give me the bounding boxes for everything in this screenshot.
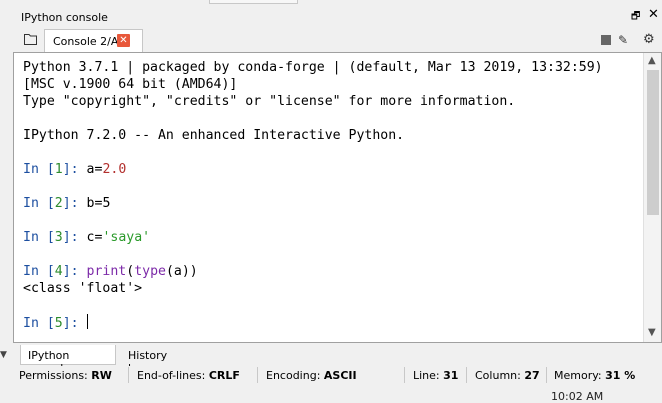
- prompt: In [3]:: [23, 230, 87, 245]
- status-encoding: Encoding: ASCII: [266, 369, 357, 382]
- status-line: Line: 31: [413, 369, 459, 382]
- code-number: 5: [102, 196, 111, 211]
- tab-console-2a[interactable]: Console 2/A ✕: [44, 29, 143, 54]
- prompt: In [5]:: [23, 316, 87, 331]
- close-pane-icon[interactable]: ✕: [648, 7, 659, 22]
- status-permissions: Permissions: RW: [19, 369, 112, 382]
- pane-title-bar: IPython console 🗗 ✕: [0, 0, 662, 28]
- tab-history-log[interactable]: History log: [121, 345, 193, 375]
- banner-line: Type "copyright", "credits" or "license"…: [23, 94, 516, 109]
- gear-icon[interactable]: ⚙: [643, 32, 655, 47]
- chevron-down-icon[interactable]: ▼: [0, 350, 7, 360]
- browse-tabs-icon[interactable]: [24, 33, 37, 45]
- prompt: In [1]:: [23, 162, 87, 177]
- code: b=: [86, 196, 103, 211]
- undock-icon[interactable]: 🗗: [631, 9, 640, 26]
- output-line: <class 'float'>: [23, 281, 143, 296]
- prompt: In [4]:: [23, 264, 87, 279]
- eraser-icon[interactable]: ✎: [618, 33, 628, 47]
- code-builtin: type: [134, 264, 166, 279]
- tab-ipython-console[interactable]: IPython console: [20, 345, 116, 375]
- code-string: 'saya': [102, 230, 151, 245]
- close-tab-icon[interactable]: ✕: [117, 34, 130, 47]
- prompt: In [2]:: [23, 196, 87, 211]
- taskbar-fragment: [285, 396, 585, 402]
- status-eol: End-of-lines: CRLF: [137, 369, 240, 382]
- banner-line: [MSC v.1900 64 bit (AMD64)]: [23, 77, 238, 92]
- scroll-down-icon[interactable]: ▼: [648, 327, 656, 338]
- code-number: 2.0: [102, 162, 127, 177]
- console-output[interactable]: Python 3.7.1 | packaged by conda-forge |…: [13, 52, 662, 343]
- scroll-up-icon[interactable]: ▲: [648, 55, 656, 66]
- banner-line: Python 3.7.1 | packaged by conda-forge |…: [23, 60, 603, 75]
- vertical-scrollbar[interactable]: ▲ ▼: [643, 53, 661, 342]
- stop-icon[interactable]: [601, 35, 611, 45]
- banner-line: IPython 7.2.0 -- An enhanced Interactive…: [23, 128, 405, 143]
- scrollbar-thumb[interactable]: [647, 70, 659, 215]
- code: c=: [86, 230, 103, 245]
- status-memory: Memory: 31 %: [554, 369, 636, 382]
- top-scroll-strip: [209, 0, 298, 4]
- status-column: Column: 27: [475, 369, 540, 382]
- text-cursor: [86, 314, 88, 329]
- pane-title: IPython console: [21, 11, 108, 24]
- tab-label: Console 2/A: [53, 35, 119, 48]
- code-builtin: print: [86, 264, 127, 279]
- code: a=: [86, 162, 103, 177]
- console-text: Python 3.7.1 | packaged by conda-forge |…: [23, 60, 603, 331]
